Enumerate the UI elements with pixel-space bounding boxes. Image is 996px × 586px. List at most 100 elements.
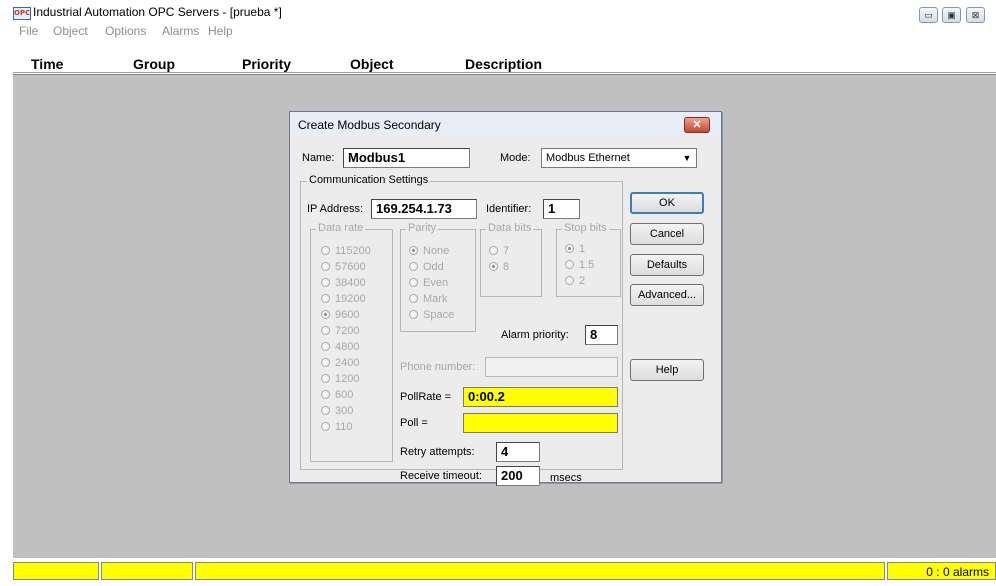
menu-object[interactable]: Object xyxy=(53,23,88,39)
data-rate-group: Data rate 115200 57600 38400 19200 9600 … xyxy=(310,222,393,462)
opc-app-icon: OPC xyxy=(13,7,31,20)
close-button[interactable]: ⊠ xyxy=(966,7,985,23)
data-bits-group: Data bits 7 8 xyxy=(480,222,542,297)
column-object[interactable]: Object xyxy=(350,56,394,73)
ip-address-field[interactable]: 169.254.1.73 xyxy=(371,199,477,219)
column-group[interactable]: Group xyxy=(133,56,175,73)
receive-timeout-field[interactable]: 200 xyxy=(496,466,540,486)
data-rate-option[interactable]: 1200 xyxy=(321,373,359,388)
radio-checked-icon xyxy=(409,246,418,255)
alarm-count-cell: 0 : 0 alarms xyxy=(887,562,996,580)
minimize-button[interactable]: ▭ xyxy=(919,7,938,23)
data-bits-option-selected[interactable]: 8 xyxy=(489,261,509,276)
minimize-icon: ▭ xyxy=(924,10,933,20)
parity-option[interactable]: Space xyxy=(409,309,454,324)
data-rate-option[interactable]: 110 xyxy=(321,421,353,436)
ok-button[interactable]: OK xyxy=(630,192,704,214)
dialog-title: Create Modbus Secondary xyxy=(298,118,441,132)
data-rate-option[interactable]: 7200 xyxy=(321,325,359,340)
alarm-priority-field[interactable]: 8 xyxy=(585,325,618,345)
radio-icon xyxy=(489,246,498,255)
poll-label: Poll = xyxy=(400,417,428,429)
retry-attempts-field[interactable]: 4 xyxy=(496,442,540,462)
phone-number-field[interactable] xyxy=(485,357,618,377)
help-button[interactable]: Help xyxy=(630,359,704,381)
radio-icon xyxy=(321,390,330,399)
communication-settings-label: Communication Settings xyxy=(307,174,431,186)
parity-option[interactable]: Mark xyxy=(409,293,447,308)
stop-bits-group: Stop bits 1 1.5 2 xyxy=(556,222,621,297)
menu-alarms[interactable]: Alarms xyxy=(162,23,199,39)
mode-value: Modbus Ethernet xyxy=(546,152,630,164)
status-cell xyxy=(195,562,885,580)
radio-icon xyxy=(321,374,330,383)
advanced-button[interactable]: Advanced... xyxy=(630,284,704,306)
dialog-title-bar: Create Modbus Secondary ✕ xyxy=(290,112,721,136)
defaults-button[interactable]: Defaults xyxy=(630,254,704,276)
pollrate-label: PollRate = xyxy=(400,391,452,403)
data-rate-option[interactable]: 38400 xyxy=(321,277,366,292)
mode-select[interactable]: Modbus Ethernet ▼ xyxy=(541,148,697,168)
data-rate-option[interactable]: 115200 xyxy=(321,245,371,260)
radio-icon xyxy=(321,262,330,271)
column-priority[interactable]: Priority xyxy=(242,56,291,73)
data-rate-option[interactable]: 2400 xyxy=(321,357,359,372)
stop-bits-label: Stop bits xyxy=(562,222,609,234)
parity-option[interactable]: Even xyxy=(409,277,448,292)
data-rate-option[interactable]: 19200 xyxy=(321,293,366,308)
menu-help[interactable]: Help xyxy=(208,23,233,39)
chevron-down-icon[interactable]: ▼ xyxy=(679,150,695,166)
radio-icon xyxy=(321,358,330,367)
radio-icon xyxy=(321,294,330,303)
column-time[interactable]: Time xyxy=(31,56,63,73)
menu-options[interactable]: Options xyxy=(105,23,146,39)
column-description[interactable]: Description xyxy=(465,56,542,73)
data-bits-label: Data bits xyxy=(486,222,534,234)
radio-icon xyxy=(321,278,330,287)
radio-icon xyxy=(409,278,418,287)
cancel-button[interactable]: Cancel xyxy=(630,223,704,245)
receive-timeout-unit: msecs xyxy=(550,472,582,484)
radio-icon xyxy=(565,260,574,269)
identifier-field[interactable]: 1 xyxy=(543,199,580,219)
data-rate-label: Data rate xyxy=(316,222,366,234)
data-rate-option[interactable]: 600 xyxy=(321,389,353,404)
pollrate-field[interactable]: 0:00.2 xyxy=(463,387,618,407)
data-rate-option[interactable]: 4800 xyxy=(321,341,359,356)
data-bits-option[interactable]: 7 xyxy=(489,245,509,260)
name-field[interactable]: Modbus1 xyxy=(343,148,470,168)
data-rate-option-selected[interactable]: 9600 xyxy=(321,309,359,324)
radio-icon xyxy=(321,326,330,335)
mode-label: Mode: xyxy=(500,152,531,164)
parity-label: Parity xyxy=(406,222,439,234)
menu-bar: File Object Options Alarms Help xyxy=(0,23,996,39)
close-icon: ✕ xyxy=(692,119,702,131)
receive-timeout-label: Receive timeout: xyxy=(400,470,482,482)
close-icon: ⊠ xyxy=(971,10,980,20)
stop-bits-option-selected[interactable]: 1 xyxy=(565,243,585,258)
radio-checked-icon xyxy=(489,262,498,271)
status-bar: 0 : 0 alarms xyxy=(13,562,996,580)
menu-file[interactable]: File xyxy=(19,23,38,39)
stop-bits-option[interactable]: 2 xyxy=(565,275,585,290)
retry-attempts-label: Retry attempts: xyxy=(400,446,475,458)
ip-address-label: IP Address: xyxy=(307,203,364,215)
maximize-button[interactable]: ▣ xyxy=(942,7,961,23)
radio-icon xyxy=(565,276,574,285)
stop-bits-option[interactable]: 1.5 xyxy=(565,259,594,274)
alarm-priority-label: Alarm priority: xyxy=(501,329,569,341)
poll-field[interactable] xyxy=(463,413,618,433)
radio-icon xyxy=(409,310,418,319)
data-rate-option[interactable]: 300 xyxy=(321,405,353,420)
radio-icon xyxy=(409,294,418,303)
name-label: Name: xyxy=(302,152,335,164)
radio-icon xyxy=(321,422,330,431)
dialog-body: Name: Modbus1 Mode: Modbus Ethernet ▼ Co… xyxy=(292,136,719,486)
parity-option[interactable]: Odd xyxy=(409,261,444,276)
radio-icon xyxy=(409,262,418,271)
radio-checked-icon xyxy=(565,244,574,253)
parity-option-selected[interactable]: None xyxy=(409,245,449,260)
status-cell xyxy=(13,562,99,580)
dialog-close-button[interactable]: ✕ xyxy=(684,117,710,133)
data-rate-option[interactable]: 57600 xyxy=(321,261,366,276)
